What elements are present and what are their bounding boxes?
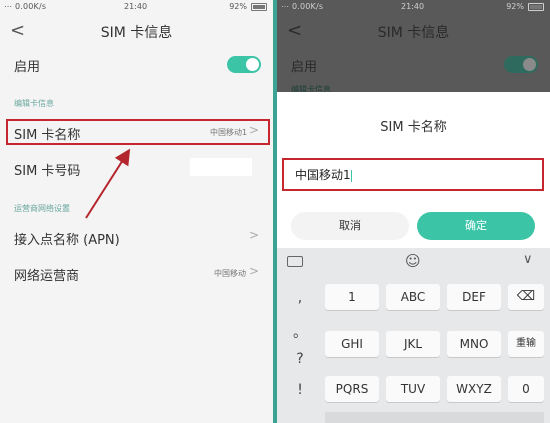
battery-icon (528, 3, 544, 11)
key-comma[interactable]: , (285, 290, 315, 306)
key-wxyz[interactable]: WXYZ (447, 376, 501, 402)
emoji-icon[interactable]: ☺ (405, 252, 421, 270)
sim-name-input[interactable]: 中国移动1 (295, 166, 352, 183)
keyboard-bottom-row (325, 412, 544, 423)
annotation-arrow (85, 148, 131, 219)
key-0[interactable]: 0 (508, 376, 544, 402)
key-def[interactable]: DEF (447, 284, 501, 310)
keyboard-toolbar: ☺ ∨ (277, 248, 550, 278)
reinput-key[interactable]: 重输 (508, 331, 544, 357)
toggle-knob (523, 58, 536, 71)
sim-name-input-value: 中国移动1 (295, 168, 351, 182)
chevron-down-icon[interactable]: ∨ (523, 252, 533, 267)
header: < SIM 卡信息 (277, 14, 550, 46)
key-abc[interactable]: ABC (386, 284, 440, 310)
text-cursor (350, 169, 352, 182)
battery-percent: 92% (506, 2, 524, 11)
key-tuv[interactable]: TUV (386, 376, 440, 402)
key-jkl[interactable]: JKL (386, 331, 440, 357)
key-mno[interactable]: MNO (447, 331, 501, 357)
key-question[interactable]: ? (285, 351, 315, 367)
confirm-button[interactable]: 确定 (417, 212, 535, 240)
keyboard-icon[interactable] (287, 256, 303, 267)
clock: 21:40 (401, 2, 425, 11)
key-ghi[interactable]: GHI (325, 331, 379, 357)
dimmed-background: ⋯ 0.00K/s 21:40 92% < SIM 卡信息 启用 编辑卡信息 (277, 0, 550, 94)
key-1[interactable]: 1 (325, 284, 379, 310)
enable-label: 启用 (291, 60, 318, 75)
keyboard: ☺ ∨ , 。 ? ! 1 ABC DEF ⌫ GHI JKL MNO 重输 P… (277, 248, 550, 423)
key-period[interactable]: 。 (285, 322, 315, 342)
key-exclamation[interactable]: ! (285, 382, 315, 398)
cancel-button[interactable]: 取消 (291, 212, 409, 240)
network-speed: ⋯ 0.00K/s (281, 2, 324, 11)
enable-toggle (504, 56, 538, 73)
sim-info-screen: ⋯ 0.00K/s 21:40 92% < SIM 卡信息 启用 编辑卡信息 S… (0, 0, 273, 423)
backspace-key[interactable]: ⌫ (508, 284, 544, 310)
rename-dialog-screen: ⋯ 0.00K/s 21:40 92% < SIM 卡信息 启用 编辑卡信息 S… (277, 0, 550, 423)
page-title: SIM 卡信息 (377, 25, 450, 41)
dialog-title: SIM 卡名称 (380, 120, 447, 135)
key-pqrs[interactable]: PQRS (325, 376, 379, 402)
status-bar: ⋯ 0.00K/s 21:40 92% (277, 0, 550, 14)
